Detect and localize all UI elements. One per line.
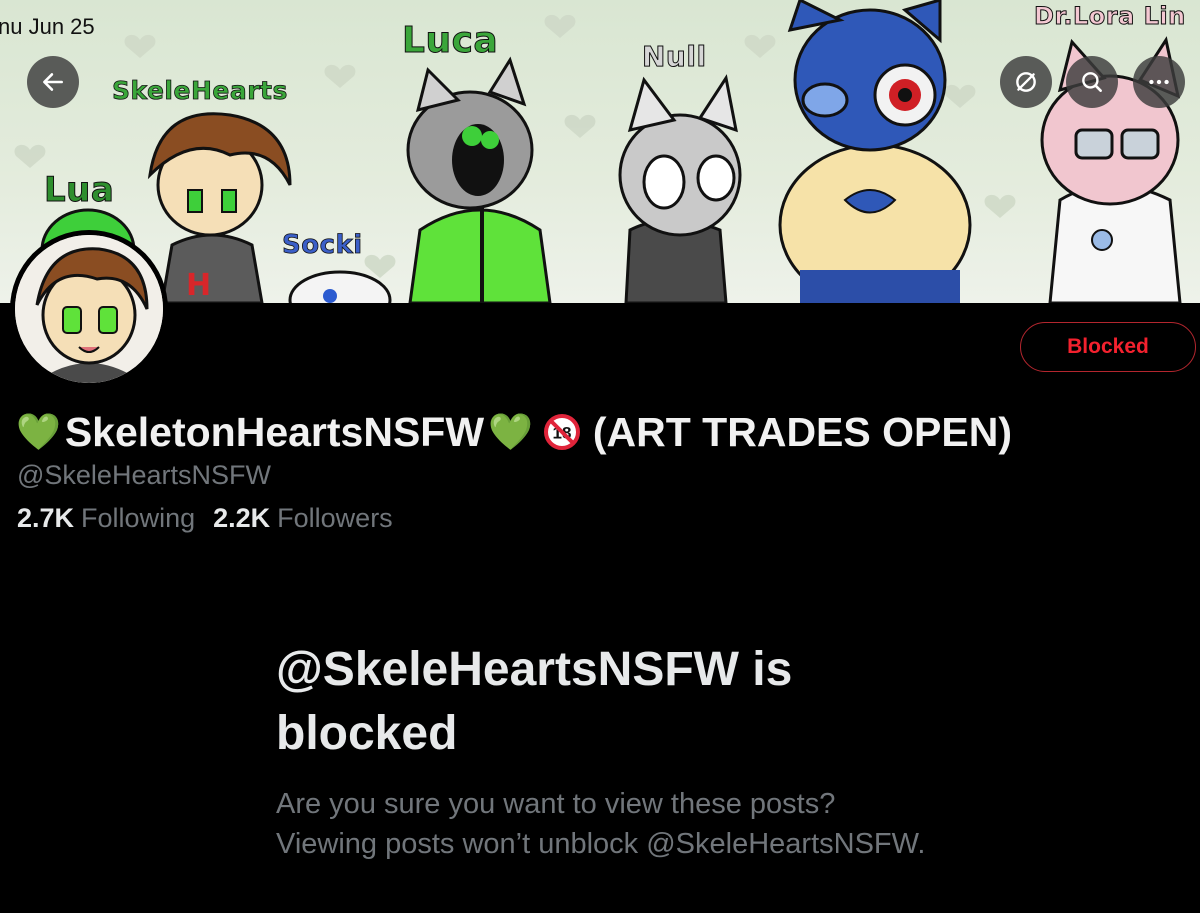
following-link[interactable]: 2.7K Following	[17, 503, 195, 534]
display-name-tag: (ART TRADES OPEN)	[592, 408, 1012, 455]
followers-link[interactable]: 2.2K Followers	[213, 503, 393, 534]
display-name-text: SkeletonHeartsNSFW	[64, 408, 485, 455]
back-button[interactable]	[27, 56, 79, 108]
profile-banner: H Lua SkeleHearts Socki Luca Null Dr.Lor…	[0, 0, 1200, 303]
status-bar-date: nu Jun 25	[0, 14, 95, 39]
green-heart-emoji-2: 💚	[488, 411, 533, 452]
svg-text:H: H	[186, 268, 211, 303]
grok-button[interactable]	[1000, 56, 1052, 108]
followers-label: Followers	[277, 503, 393, 533]
following-count: 2.7K	[17, 503, 75, 533]
banner-name-skelehearts: SkeleHearts	[112, 76, 288, 106]
green-heart-emoji: 💚	[16, 411, 61, 452]
profile-avatar[interactable]	[10, 230, 168, 388]
blocked-notice-body: Are you sure you want to view these post…	[276, 788, 926, 860]
profile-display-name: 💚 SkeletonHeartsNSFW 💚 18 (ART TRADES OP…	[16, 404, 1012, 460]
more-button[interactable]	[1133, 56, 1185, 108]
banner-name-null: Null	[642, 40, 707, 74]
blocked-notice-title: @SkeleHeartsNSFW is blocked	[276, 643, 793, 760]
following-label: Following	[81, 503, 196, 533]
banner-name-dr-lora-lin: Dr.Lora Lin	[1034, 2, 1186, 31]
banner-name-socki: Socki	[282, 230, 363, 261]
slash-circle-icon	[1016, 72, 1036, 92]
banner-name-luca: Luca	[401, 20, 499, 62]
avatar-drawing	[15, 235, 163, 383]
arrow-left-icon	[43, 73, 63, 91]
avatar-image	[15, 235, 163, 383]
search-button[interactable]	[1066, 56, 1118, 108]
profile-handle: @SkeleHeartsNSFW	[17, 460, 271, 490]
banner-name-lua: Lua	[43, 170, 115, 211]
more-horizontal-icon	[1149, 79, 1169, 85]
banner-artwork: H	[14, 0, 1182, 303]
search-icon	[1082, 72, 1102, 92]
no-under-18-icon: 18	[543, 413, 581, 451]
blocked-button[interactable]: Blocked	[1020, 322, 1196, 372]
followers-count: 2.2K	[213, 503, 271, 533]
follow-stats: 2.7K Following 2.2K Followers	[17, 503, 393, 534]
